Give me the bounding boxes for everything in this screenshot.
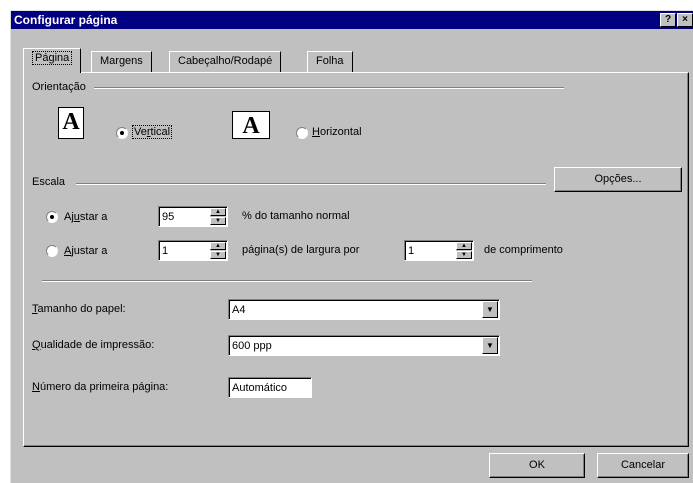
spin-up-icon[interactable]: ▲ [210, 208, 226, 216]
tab-pagina-label: Página [32, 51, 73, 65]
first-page-number-input[interactable]: Automático [228, 377, 312, 398]
print-quality-select[interactable]: 600 ppp ▼ [228, 335, 500, 356]
close-icon: × [682, 14, 688, 25]
scale-group-label: Escala [32, 176, 66, 188]
first-page-number-label: Número da primeira página: [32, 381, 169, 393]
orientation-divider [94, 87, 564, 89]
print-quality-label: Qualidade de impressão: [32, 339, 155, 351]
paper-size-select[interactable]: A4 ▼ [228, 299, 500, 320]
landscape-page-icon: A [232, 111, 270, 139]
scale-divider [76, 183, 546, 185]
portrait-radio[interactable] [116, 127, 128, 139]
close-button[interactable]: × [677, 13, 693, 27]
percent-suffix: % do tamanho normal [242, 210, 350, 222]
tab-panel: Orientação A Vertical A Horizontal Escal… [23, 72, 689, 447]
spin-down-icon[interactable]: ▼ [210, 251, 226, 259]
paper-size-label: Tamanho do papel: [32, 303, 126, 315]
pages-tall-suffix: de comprimento [484, 244, 563, 256]
scale-bottom-divider [42, 280, 532, 282]
tab-folha-label: Folha [316, 55, 344, 67]
pages-tall-spinner[interactable]: ▲ ▼ [456, 242, 472, 259]
first-page-number-value: Automático [232, 382, 288, 394]
pages-wide-spinner[interactable]: ▲ ▼ [210, 242, 226, 259]
orientation-group-label: Orientação [32, 81, 86, 93]
percent-value: 95 [162, 211, 175, 223]
options-button-label: Opções... [594, 173, 642, 185]
help-button[interactable]: ? [660, 13, 676, 27]
spin-down-icon[interactable]: ▼ [456, 251, 472, 259]
ok-button-label: OK [529, 459, 545, 471]
landscape-icon-letter: A [242, 113, 260, 139]
page-setup-dialog: Configurar página ? × Página Margens Cab… [10, 10, 693, 483]
fit-to-radio[interactable] [46, 245, 58, 257]
cancel-button[interactable]: Cancelar [597, 453, 689, 478]
ok-button[interactable]: OK [489, 453, 585, 478]
portrait-label[interactable]: Vertical [132, 125, 173, 139]
tab-cabecalho-rodape[interactable]: Cabeçalho/Rodapé [169, 51, 282, 72]
window-title: Configurar página [14, 13, 118, 27]
percent-spinner-input[interactable]: 95 ▲ ▼ [158, 206, 228, 227]
title-bar[interactable]: Configurar página ? × [11, 11, 693, 29]
spin-down-icon[interactable]: ▼ [210, 217, 226, 225]
tab-folha[interactable]: Folha [307, 51, 353, 72]
landscape-radio[interactable] [296, 127, 308, 139]
chevron-down-icon[interactable]: ▼ [482, 337, 498, 354]
tab-margens-label: Margens [100, 55, 143, 67]
pages-wide-suffix: página(s) de largura por [242, 244, 360, 256]
print-quality-value: 600 ppp [232, 340, 272, 352]
tab-pagina[interactable]: Página [23, 48, 82, 73]
pages-tall-value: 1 [408, 245, 415, 257]
adjust-percent-radio[interactable] [46, 211, 58, 223]
pages-wide-spinner-input[interactable]: 1 ▲ ▼ [158, 240, 228, 261]
fit-to-label[interactable]: Ajustar a [64, 245, 107, 257]
spin-up-icon[interactable]: ▲ [456, 242, 472, 250]
percent-spinner[interactable]: ▲ ▼ [210, 208, 226, 225]
tab-cabecalho-rodape-label: Cabeçalho/Rodapé [178, 55, 273, 67]
adjust-percent-label[interactable]: Ajustar a [64, 211, 107, 223]
portrait-icon-letter: A [62, 109, 80, 135]
options-button[interactable]: Opções... [554, 167, 682, 192]
landscape-label[interactable]: Horizontal [312, 126, 362, 138]
tab-margens[interactable]: Margens [91, 51, 152, 72]
pages-wide-value: 1 [162, 245, 169, 257]
portrait-page-icon: A [58, 107, 84, 139]
pages-tall-spinner-input[interactable]: 1 ▲ ▼ [404, 240, 474, 261]
help-icon: ? [664, 14, 672, 25]
cancel-button-label: Cancelar [620, 459, 666, 471]
spin-up-icon[interactable]: ▲ [210, 242, 226, 250]
paper-size-value: A4 [232, 304, 246, 316]
chevron-down-icon[interactable]: ▼ [482, 301, 498, 318]
